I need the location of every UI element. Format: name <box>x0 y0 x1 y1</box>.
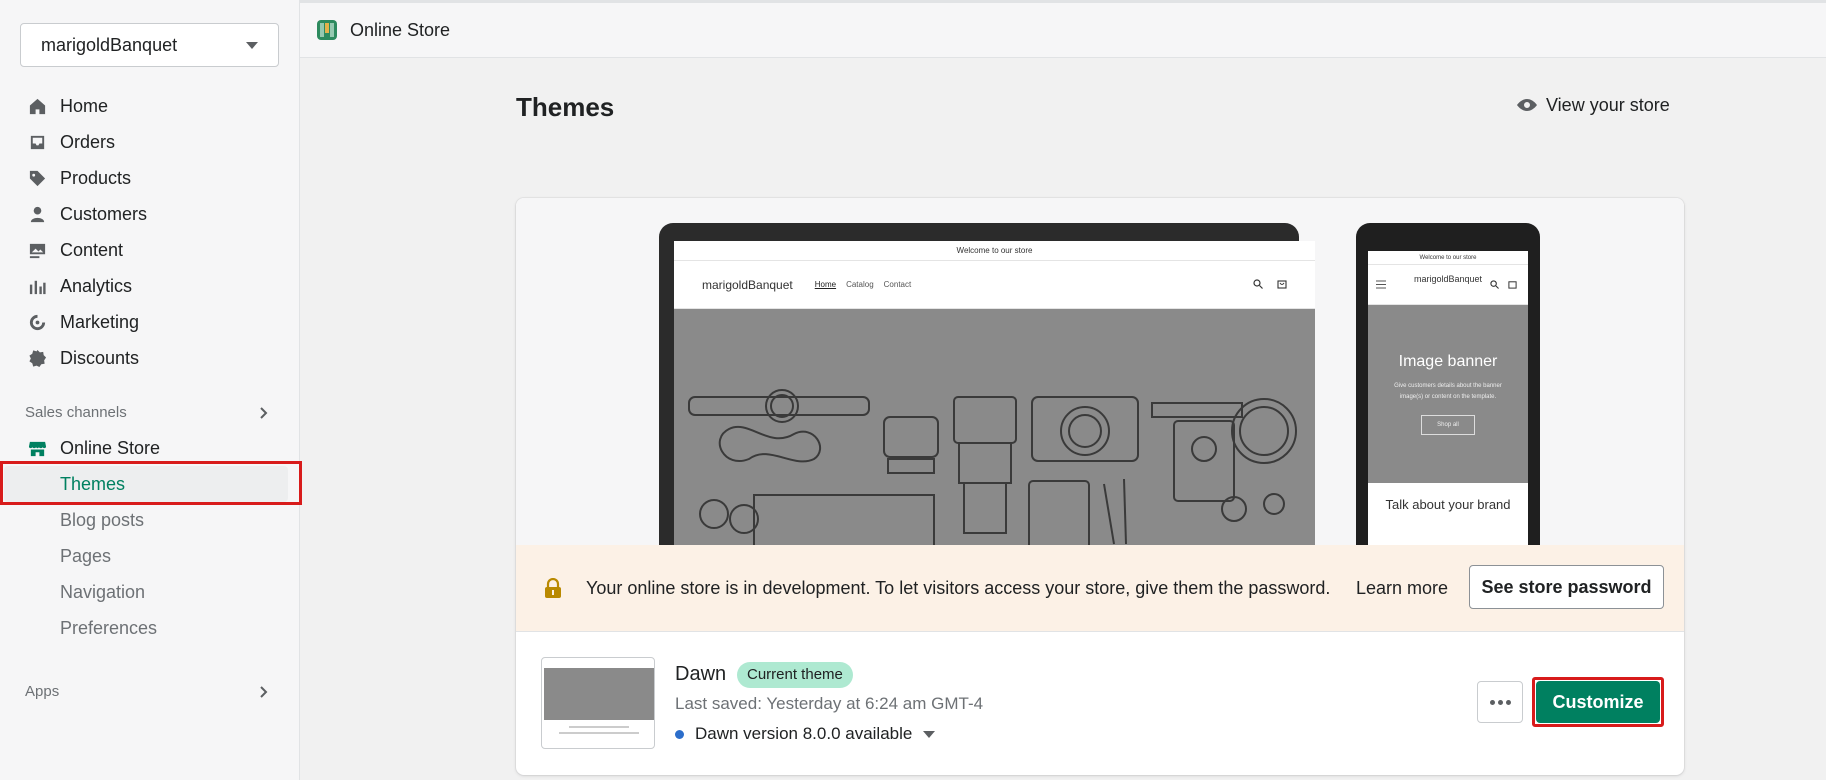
desktop-screen: Welcome to our store marigoldBanquet Hom… <box>674 241 1315 553</box>
mobile-header: marigoldBanquet <box>1368 265 1528 305</box>
chevron-right-icon[interactable] <box>257 406 269 419</box>
nav-label: Home <box>60 95 109 116</box>
home-icon <box>28 97 47 116</box>
mobile-banner-title: Image banner <box>1398 353 1498 370</box>
nav-item-discounts[interactable]: Discounts <box>0 340 300 376</box>
sidebar: marigoldBanquet Home Orders Products Cus… <box>0 0 302 780</box>
mobile-brand: marigoldBanquet <box>1413 274 1483 284</box>
nav-label: Products <box>60 167 132 188</box>
sidebar-item-blog-posts[interactable]: Blog posts <box>60 510 144 531</box>
current-theme-row: Dawn Current theme Last saved: Yesterday… <box>516 631 1684 775</box>
nav-label: Analytics <box>60 275 133 296</box>
eye-icon <box>1517 99 1537 111</box>
sales-channels-label: Sales channels <box>25 404 127 421</box>
preview-nav-link: Home <box>814 280 837 289</box>
nav-item-orders[interactable]: Orders <box>0 124 300 160</box>
nav-item-customers[interactable]: Customers <box>0 196 300 232</box>
theme-name: Dawn <box>675 663 727 685</box>
store-selector[interactable]: marigoldBanquet <box>20 23 279 67</box>
theme-preview: Welcome to our store marigoldBanquet Hom… <box>516 198 1684 553</box>
ellipsis-icon <box>1497 699 1503 705</box>
mobile-screen: Welcome to our store marigoldBanquet Ima… <box>1368 251 1528 553</box>
search-icon <box>1490 280 1499 289</box>
development-message: Your online store is in development. To … <box>586 578 1331 598</box>
chevron-right-icon[interactable] <box>257 685 269 698</box>
ellipsis-icon <box>1505 699 1511 705</box>
announcement-bar: Welcome to our store <box>674 241 1315 261</box>
mobile-banner-button: Shop all <box>1421 415 1475 435</box>
mobile-announcement: Welcome to our store <box>1368 251 1528 265</box>
thumbnail-line <box>559 732 639 734</box>
mobile-banner-text: Give customers details about the banner … <box>1394 383 1502 400</box>
highlight-box <box>1532 677 1664 727</box>
cart-icon <box>1277 280 1287 289</box>
view-store-button[interactable]: View your store <box>1516 94 1670 116</box>
sidebar-item-preferences[interactable]: Preferences <box>60 618 157 639</box>
nav-label: Marketing <box>60 311 140 332</box>
online-store-icon <box>317 20 337 40</box>
nav-label: Customers <box>60 203 148 224</box>
preview-nav-link: Catalog <box>846 280 874 289</box>
nav-item-marketing[interactable]: Marketing <box>0 304 300 340</box>
sidebar-item-pages[interactable]: Pages <box>60 546 111 567</box>
bar-chart-icon <box>28 277 47 296</box>
info-dot-icon <box>675 729 684 739</box>
main-nav: Home Orders Products Customers Content A… <box>0 88 300 376</box>
nav-label: Discounts <box>60 347 140 368</box>
view-store-label: View your store <box>1546 94 1670 115</box>
more-actions-button[interactable] <box>1477 681 1523 723</box>
caret-down-icon <box>246 42 258 49</box>
page-title: Themes <box>516 92 615 122</box>
preview-nav: Home Catalog Contact <box>815 280 912 289</box>
desktop-preview: Welcome to our store marigoldBanquet Hom… <box>659 223 1315 553</box>
learn-more-link[interactable]: Learn more <box>1356 578 1448 599</box>
discount-icon <box>28 349 47 368</box>
nav-label: Online Store <box>60 437 161 458</box>
preview-header: marigoldBanquet Home Catalog Contact <box>674 261 1315 309</box>
line-art-illustration <box>688 389 1297 553</box>
highlight-box <box>0 461 302 505</box>
development-banner: Your online store is in development. To … <box>516 545 1684 631</box>
version-dropdown[interactable]: Dawn version 8.0.0 available <box>675 724 936 744</box>
orders-icon <box>28 133 47 152</box>
search-icon <box>1253 279 1263 289</box>
preview-brand: marigoldBanquet <box>702 277 793 292</box>
theme-thumbnail <box>541 657 655 749</box>
preview-nav-link: Contact <box>883 280 912 289</box>
mobile-talk-heading: Talk about your brand <box>1385 497 1511 512</box>
preview-header-icons <box>1253 279 1287 289</box>
ellipsis-icon <box>1489 699 1495 705</box>
apps-label: Apps <box>25 683 60 700</box>
last-saved-text: Last saved: Yesterday at 6:24 am GMT-4 <box>675 694 984 713</box>
cart-icon <box>1508 281 1517 289</box>
caret-down-icon <box>923 730 936 738</box>
app-title: Online Store <box>350 19 451 40</box>
person-icon <box>28 205 47 224</box>
nav-item-content[interactable]: Content <box>0 232 300 268</box>
nav-item-home[interactable]: Home <box>0 88 300 124</box>
mobile-banner: Image banner Give customers details abou… <box>1368 305 1528 483</box>
current-theme-badge: Current theme <box>737 662 853 688</box>
nav-label: Content <box>60 239 124 260</box>
store-icon <box>28 439 47 458</box>
thumbnail-line <box>569 726 629 728</box>
preview-banner-image <box>674 309 1315 553</box>
sidebar-item-navigation[interactable]: Navigation <box>60 582 145 603</box>
target-icon <box>28 313 47 332</box>
mobile-preview: Welcome to our store marigoldBanquet Ima… <box>1356 223 1540 553</box>
image-icon <box>28 241 47 260</box>
tag-icon <box>28 169 47 188</box>
thumbnail-image <box>544 668 654 720</box>
menu-icon <box>1376 280 1386 289</box>
lock-icon <box>545 578 561 598</box>
top-bar: Online Store <box>300 0 1826 58</box>
theme-card: Welcome to our store marigoldBanquet Hom… <box>516 198 1684 775</box>
nav-item-analytics[interactable]: Analytics <box>0 268 300 304</box>
version-text: Dawn version 8.0.0 available <box>695 724 913 743</box>
nav-label: Orders <box>60 131 116 152</box>
nav-item-products[interactable]: Products <box>0 160 300 196</box>
see-store-password-button[interactable]: See store password <box>1469 565 1664 609</box>
store-name: marigoldBanquet <box>41 34 178 55</box>
